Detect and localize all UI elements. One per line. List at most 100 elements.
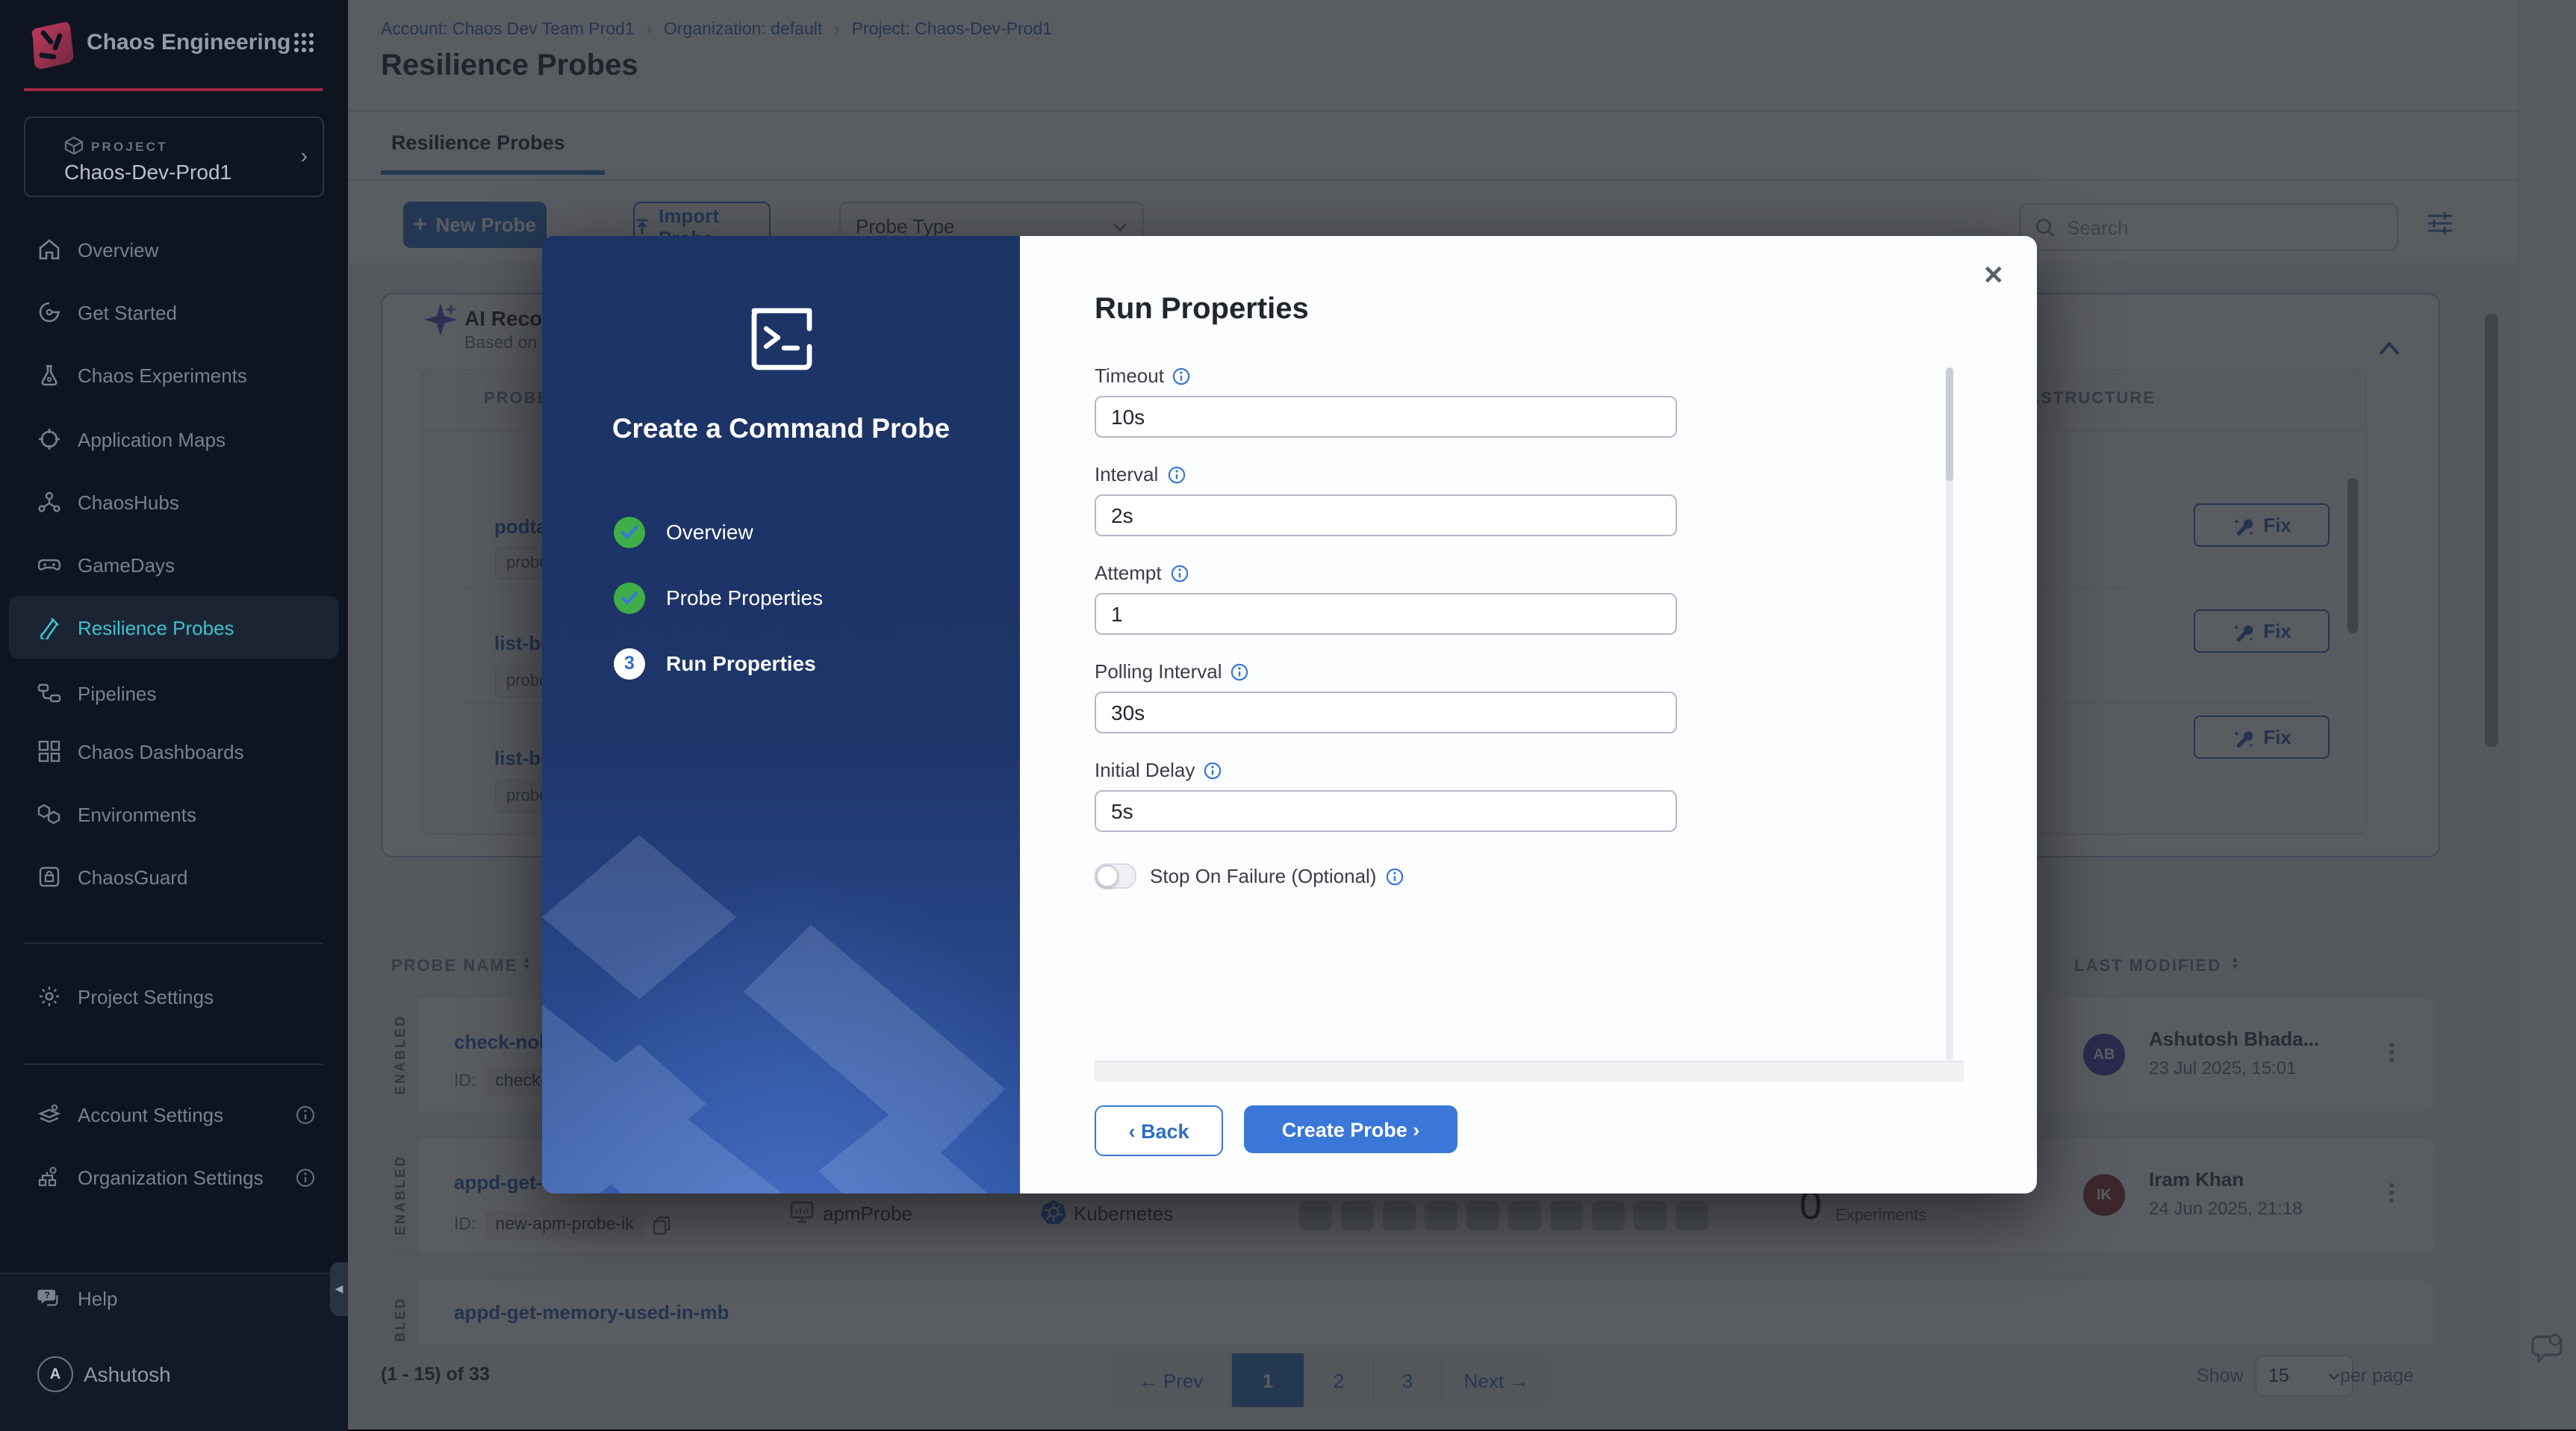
sidebar-item-gamedays[interactable]: GameDays [9, 533, 339, 596]
sidebar-item-project-settings[interactable]: Project Settings [9, 965, 339, 1028]
interval-input[interactable] [1095, 494, 1677, 536]
brand-divider [24, 88, 323, 91]
sidebar-item-label: Pipelines [78, 682, 157, 704]
network-icon [38, 491, 60, 512]
flask-icon [41, 364, 57, 386]
sidebar-item-account-settings[interactable]: Account Settings [9, 1083, 339, 1146]
user-name[interactable]: Ashutosh [84, 1362, 171, 1386]
sidebar-item-label: GameDays [78, 553, 175, 576]
step-check-icon [614, 516, 645, 547]
step-label: Probe Properties [666, 586, 824, 609]
back-button[interactable]: ‹ Back [1095, 1105, 1223, 1156]
step-probe-properties[interactable]: Probe Properties [614, 581, 823, 614]
info-icon[interactable] [1171, 564, 1189, 582]
layers-gear-icon [37, 1104, 61, 1123]
timeout-field: Timeout [1095, 364, 1677, 438]
user-avatar[interactable]: A [37, 1356, 73, 1392]
info-icon[interactable] [1231, 662, 1249, 680]
sidebar-item-application-maps[interactable]: Application Maps [9, 408, 339, 471]
stop-on-failure-row: Stop On Failure (Optional) [1095, 863, 1677, 889]
close-icon[interactable]: ✕ [1983, 261, 2005, 291]
sidebar-item-chaoshubs[interactable]: ChaosHubs [9, 471, 339, 533]
sidebar-item-label: Application Maps [78, 428, 225, 450]
terminal-icon [751, 308, 812, 370]
field-label: Interval [1095, 463, 1159, 485]
sidebar-item-overview[interactable]: Overview [9, 218, 339, 281]
sidebar-item-label: Account Settings [78, 1103, 224, 1126]
timeout-input[interactable] [1095, 396, 1677, 438]
modal-section-title: Run Properties [1095, 293, 1309, 326]
app-title: Chaos Engineering [87, 30, 291, 55]
footer-band [1095, 1062, 1964, 1081]
project-label: PROJECT [91, 139, 168, 154]
apps-grid-icon[interactable] [294, 33, 315, 54]
sidebar-item-pipelines[interactable]: Pipelines [9, 662, 339, 724]
sidebar-item-label: Resilience Probes [78, 616, 234, 639]
info-icon [296, 1105, 315, 1124]
step-number: 3 [614, 648, 645, 679]
info-icon[interactable] [1167, 465, 1185, 483]
info-icon[interactable] [1385, 867, 1403, 885]
sidebar-item-label: Help [78, 1287, 118, 1309]
sidebar-item-help[interactable]: ? Help [9, 1267, 339, 1329]
harness-logo [31, 22, 74, 69]
stop-on-failure-toggle[interactable] [1095, 863, 1136, 889]
step-overview[interactable]: Overview [614, 515, 753, 548]
info-icon[interactable] [1204, 761, 1222, 779]
polling-interval-field: Polling Interval [1095, 660, 1677, 733]
sidebar-item-label: Chaos Experiments [78, 364, 247, 386]
sidebar-divider [24, 1064, 323, 1065]
sidebar-collapse-handle[interactable]: ◀ [330, 1262, 348, 1316]
info-icon[interactable] [1173, 367, 1191, 385]
app-root: Account: Chaos Dev Team Prod1 › Organiza… [0, 0, 2576, 1431]
create-command-probe-modal: Create a Command Probe Overview Probe Pr… [542, 236, 2037, 1193]
shield-lock-icon [39, 866, 60, 887]
project-cube-icon [64, 136, 84, 155]
sidebar-item-label: Environments [78, 803, 196, 825]
form-scrollbar[interactable] [1946, 367, 1953, 1061]
modal-title: Create a Command Probe [612, 412, 951, 444]
modal-left-panel: Create a Command Probe Overview Probe Pr… [542, 236, 1020, 1193]
attempt-input[interactable] [1095, 593, 1677, 635]
org-chart-gear-icon [38, 1167, 57, 1187]
sidebar-item-chaosguard[interactable]: ChaosGuard [9, 845, 339, 908]
pipeline-icon [37, 683, 61, 703]
initial-delay-input[interactable] [1095, 790, 1677, 832]
sidebar-item-chaos-experiments[interactable]: Chaos Experiments [9, 344, 339, 406]
field-label: Initial Delay [1095, 759, 1195, 781]
step-label: Overview [666, 520, 753, 544]
sidebar-divider [24, 943, 323, 944]
harness-watermark [542, 835, 1005, 1193]
step-run-properties[interactable]: 3 Run Properties [614, 647, 816, 680]
sidebar-item-label: ChaosHubs [78, 491, 179, 513]
info-icon [296, 1167, 315, 1187]
field-label: Polling Interval [1095, 660, 1222, 683]
home-icon [39, 239, 60, 260]
gamepad-icon [37, 559, 61, 571]
sidebar-item-label: ChaosGuard [78, 866, 188, 888]
modal-right-panel: ✕ Run Properties Timeout Interval Attemp… [1020, 236, 2037, 1193]
compass-icon [39, 302, 60, 323]
sidebar-item-resilience-probes[interactable]: Resilience Probes [9, 596, 339, 659]
sidebar-item-get-started[interactable]: Get Started [9, 281, 339, 344]
sidebar-item-chaos-dashboards[interactable]: Chaos Dashboards [9, 720, 339, 783]
help-chat-icon: ? [37, 1289, 58, 1306]
step-check-icon [614, 582, 645, 613]
project-selector[interactable]: PROJECT Chaos-Dev-Prod1 › [24, 117, 324, 197]
environments-icon [37, 804, 60, 825]
sidebar-item-label: Chaos Dashboards [78, 740, 244, 763]
create-probe-button[interactable]: Create Probe › [1244, 1105, 1457, 1153]
step-label: Run Properties [666, 651, 816, 675]
initial-delay-field: Initial Delay [1095, 759, 1677, 832]
project-name: Chaos-Dev-Prod1 [64, 160, 232, 184]
sidebar-item-label: Overview [78, 238, 159, 261]
attempt-field: Attempt [1095, 562, 1677, 635]
test-tube-icon [40, 618, 59, 639]
svg-text:?: ? [44, 1290, 49, 1300]
sidebar-item-label: Organization Settings [78, 1166, 264, 1188]
sidebar: Chaos Engineering PROJECT Chaos-Dev-Prod… [0, 0, 348, 1431]
sidebar-item-environments[interactable]: Environments [9, 783, 339, 845]
sidebar-item-organization-settings[interactable]: Organization Settings [9, 1146, 339, 1208]
polling-interval-input[interactable] [1095, 692, 1677, 733]
gear-icon [40, 987, 59, 1006]
